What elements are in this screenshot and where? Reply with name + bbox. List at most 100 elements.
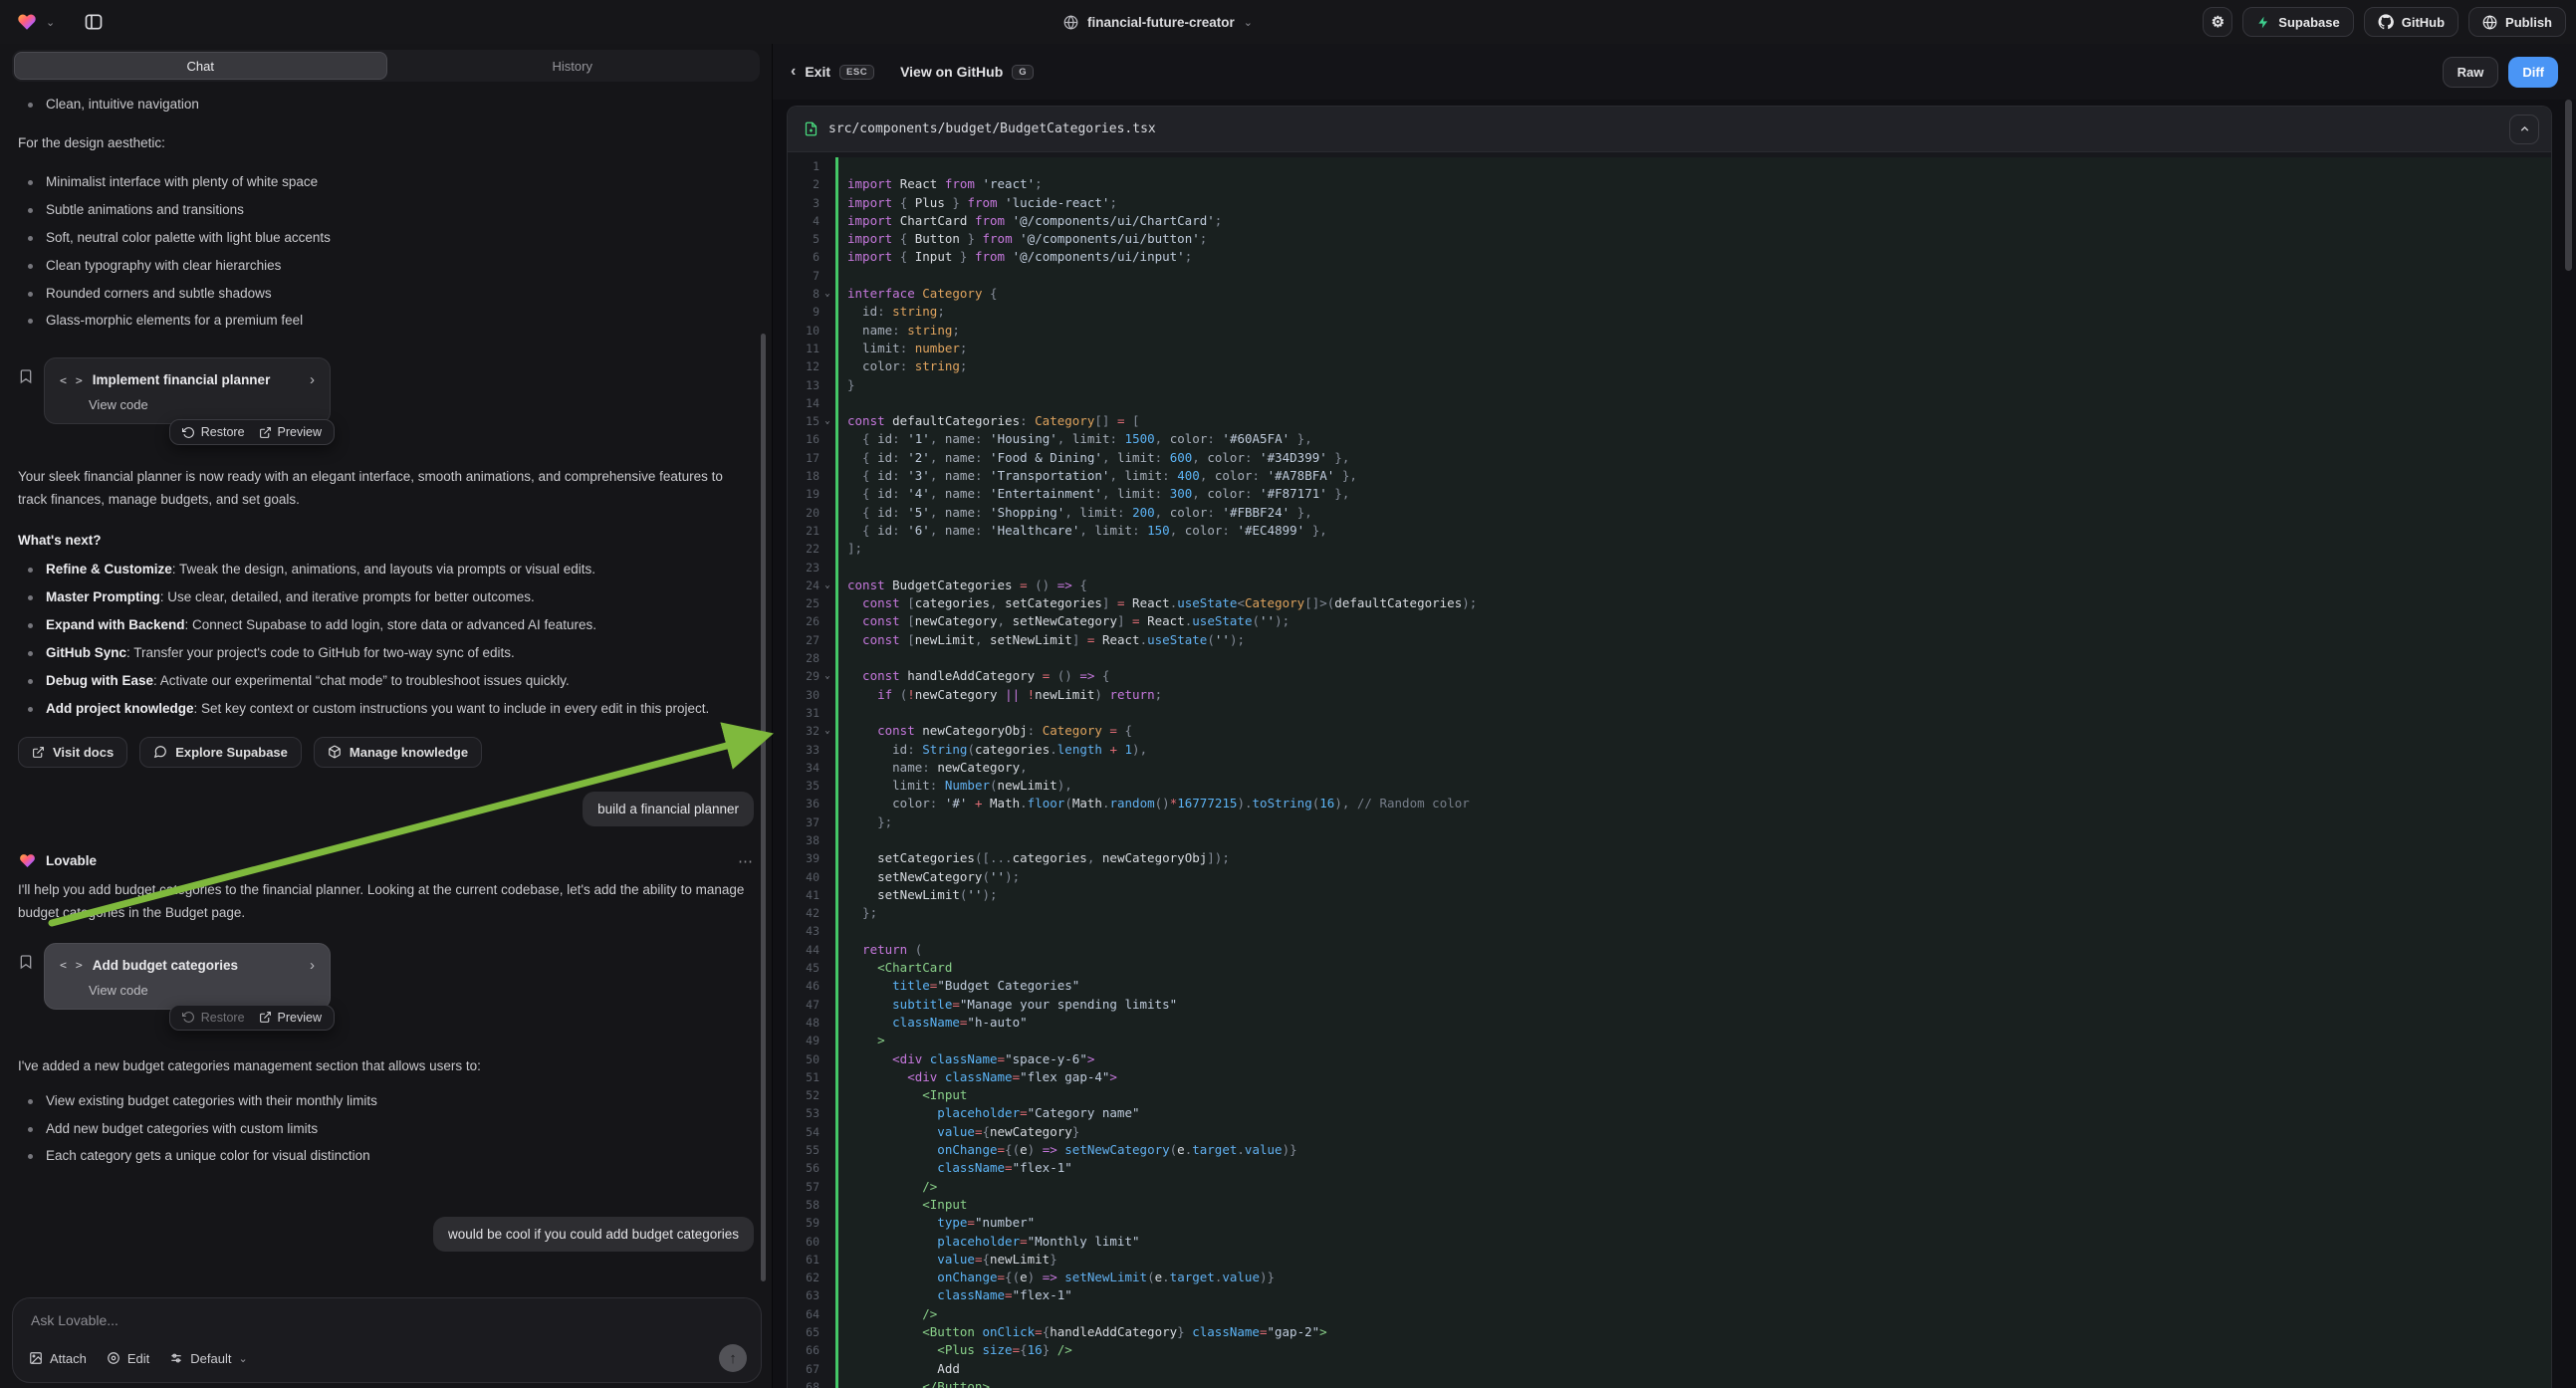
line-number: 16 [788,430,820,448]
fold-spacer [820,649,835,667]
gear-icon: ⚙ [2212,13,2225,31]
more-options-icon[interactable]: ⋯ [738,852,754,870]
preview-button[interactable]: Preview [259,425,322,439]
code-line: 37 }; [788,813,2551,831]
version-actions: Restore Preview [169,419,335,445]
mode-selector[interactable]: Default ⌄ [169,1351,247,1366]
tab-chat[interactable]: Chat [14,52,387,80]
restore-label: Restore [201,425,245,439]
explore-supabase-button[interactable]: Explore Supabase [139,737,302,768]
fold-spacer [820,686,835,704]
send-button[interactable]: ↑ [719,1344,747,1372]
diff-button[interactable]: Diff [2508,57,2558,88]
code-line: 30 if (!newCategory || !newLimit) return… [788,686,2551,704]
line-number: 51 [788,1068,820,1086]
line-number: 8 [788,285,820,303]
view-on-github-button[interactable]: View on GitHub G [900,64,1034,80]
line-number: 62 [788,1269,820,1286]
view-code-link[interactable]: View code [89,397,315,412]
bookmark-icon[interactable] [18,367,34,385]
fold-spacer [820,1196,835,1214]
code-line-content: const [newCategory, setNewCategory] = Re… [835,612,2551,630]
fold-spacer [820,941,835,959]
fold-icon[interactable]: ⌄ [820,722,835,740]
publish-globe-icon [2482,15,2497,30]
line-number: 43 [788,922,820,940]
restore-button[interactable]: Restore [182,425,245,439]
line-number: 1 [788,157,820,175]
line-number: 57 [788,1178,820,1196]
code-line-content: Add [835,1360,2551,1378]
code-line-content: subtitle="Manage your spending limits" [835,996,2551,1014]
code-line-content: setCategories([...categories, newCategor… [835,849,2551,867]
project-switcher[interactable]: financial-future-creator ⌄ [1063,0,1253,44]
chat-scrollbar-thumb[interactable] [761,334,766,1281]
manage-knowledge-button[interactable]: Manage knowledge [314,737,482,768]
code-line: 53 placeholder="Category name" [788,1104,2551,1122]
github-button[interactable]: GitHub [2364,7,2459,37]
code-scrollbar-thumb[interactable] [2565,100,2572,271]
line-number: 2 [788,175,820,193]
settings-button[interactable]: ⚙ [2203,7,2232,37]
chevron-right-icon: › [310,371,315,388]
supabase-label: Supabase [2278,15,2339,30]
collapse-file-button[interactable] [2509,115,2539,144]
list-item: Each category gets a unique color for vi… [18,1146,754,1167]
supabase-icon [2256,15,2270,30]
code-line: 22]; [788,540,2551,558]
exit-button[interactable]: ‹ Exit ESC [791,63,874,81]
fold-spacer [820,504,835,522]
view-code-link[interactable]: View code [89,983,315,998]
bookmark-icon[interactable] [18,953,34,971]
image-icon [29,1351,43,1365]
lovable-logo-icon[interactable] [16,12,38,32]
edit-button[interactable]: Edit [107,1351,149,1366]
fold-spacer [820,777,835,795]
visit-docs-button[interactable]: Visit docs [18,737,127,768]
code-line-content [835,267,2551,285]
fold-spacer [820,922,835,940]
fold-spacer [820,594,835,612]
code-line: 24⌄const BudgetCategories = () => { [788,577,2551,594]
version-card-add-budget-categories[interactable]: < > Add budget categories › View code Re… [44,943,331,1010]
code-line-content: setNewLimit(''); [835,886,2551,904]
restore-icon [182,426,195,439]
fold-icon[interactable]: ⌄ [820,412,835,430]
preview-button[interactable]: Preview [259,1011,322,1025]
code-line: 56 className="flex-1" [788,1159,2551,1177]
line-number: 58 [788,1196,820,1214]
code-line: 18 { id: '3', name: 'Transportation', li… [788,467,2551,485]
file-header[interactable]: src/components/budget/BudgetCategories.t… [788,107,2551,152]
code-line: 61 value={newLimit} [788,1251,2551,1269]
edit-label: Edit [127,1351,149,1366]
attach-button[interactable]: Attach [29,1351,87,1366]
fold-icon[interactable]: ⌄ [820,285,835,303]
code-line-content: placeholder="Category name" [835,1104,2551,1122]
chat-input[interactable] [31,1312,673,1328]
code-line-content: onChange={(e) => setNewCategory(e.target… [835,1141,2551,1159]
workspace-chevron-icon[interactable]: ⌄ [46,16,55,29]
code-line-content: interface Category { [835,285,2551,303]
fold-spacer [820,1378,835,1388]
raw-button[interactable]: Raw [2443,57,2499,88]
code-panel: ‹ Exit ESC View on GitHub G Raw Diff src… [772,44,2576,1388]
line-number: 60 [788,1233,820,1251]
publish-button[interactable]: Publish [2468,7,2566,37]
lovable-avatar-icon [18,852,37,869]
fold-icon[interactable]: ⌄ [820,667,835,685]
fold-spacer [820,759,835,777]
fold-icon[interactable]: ⌄ [820,577,835,594]
code-line-content: id: String(categories.length + 1), [835,741,2551,759]
code-line: 31 [788,704,2551,722]
supabase-button[interactable]: Supabase [2242,7,2353,37]
restore-button[interactable]: Restore [182,1011,245,1025]
line-number: 27 [788,631,820,649]
version-card-implement-financial-planner[interactable]: < > Implement financial planner › View c… [44,357,331,424]
tab-history[interactable]: History [387,52,759,80]
fold-spacer [820,540,835,558]
code-line: 23 [788,559,2551,577]
list-item: Master Prompting: Use clear, detailed, a… [18,587,754,608]
line-number: 64 [788,1305,820,1323]
fold-spacer [820,1141,835,1159]
sidebar-toggle-icon[interactable] [77,7,111,37]
